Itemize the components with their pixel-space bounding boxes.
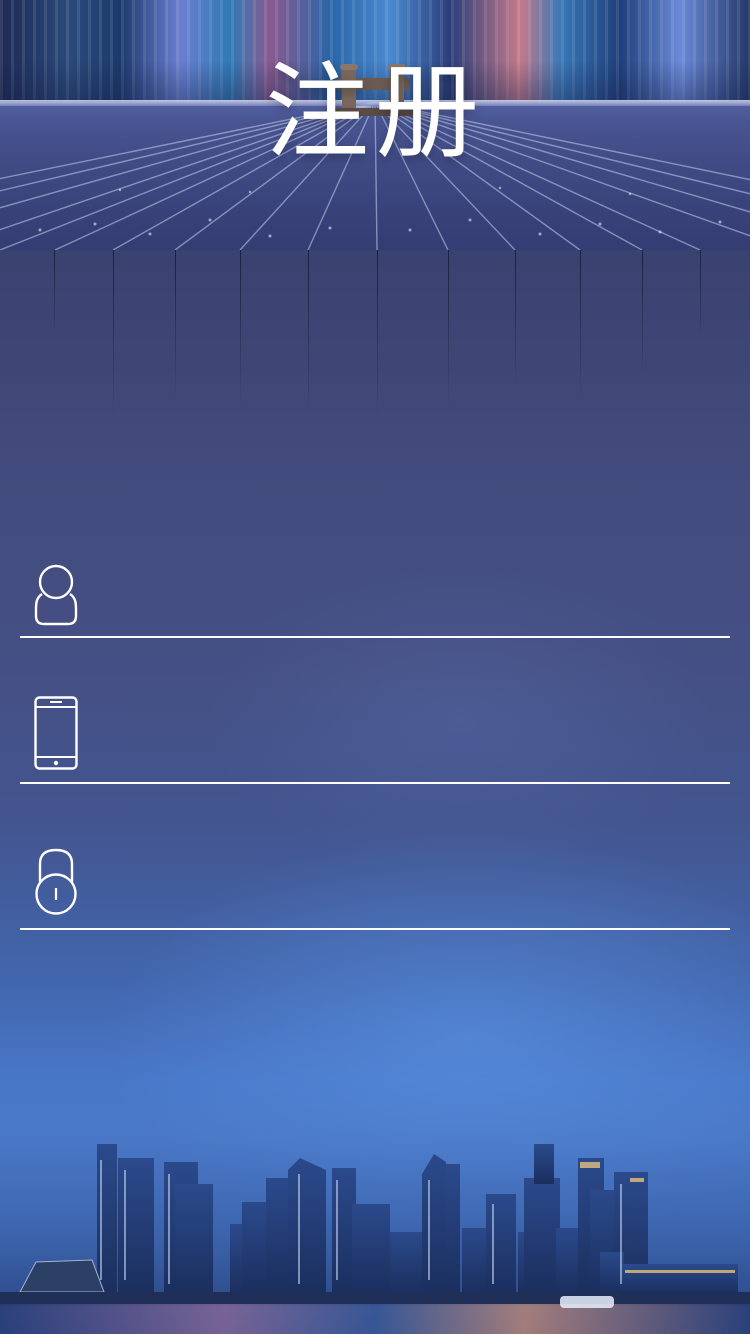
password-field[interactable] — [20, 786, 730, 930]
phone-icon — [34, 696, 78, 770]
username-input[interactable] — [110, 574, 714, 626]
password-input[interactable] — [110, 860, 714, 912]
username-field[interactable] — [20, 540, 730, 638]
dock-planks — [0, 250, 750, 440]
password-underline — [20, 928, 730, 930]
username-underline — [20, 636, 730, 638]
city-skyline-image — [0, 1100, 750, 1334]
page-title: 注册 — [264, 51, 485, 173]
lock-icon — [35, 848, 77, 915]
phone-field[interactable] — [20, 640, 730, 784]
phone-input[interactable] — [110, 710, 714, 762]
user-icon — [34, 564, 78, 626]
phone-underline — [20, 782, 730, 784]
